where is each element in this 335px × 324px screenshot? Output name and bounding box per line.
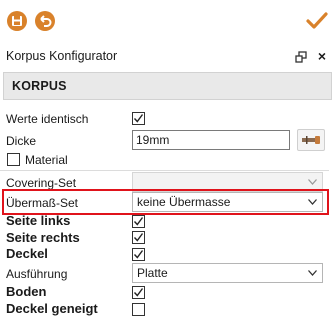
row-seite-links: Seite links — [0, 213, 335, 230]
seite-rechts-checkbox[interactable] — [132, 231, 145, 244]
toolbar — [0, 0, 335, 42]
section-label: KORPUS — [12, 79, 67, 93]
row-material: Material — [0, 151, 335, 169]
pick-thickness-icon — [302, 136, 320, 144]
undo-icon[interactable] — [34, 10, 56, 32]
deckel-geneigt-checkbox[interactable] — [132, 303, 145, 316]
covering-set-label: Covering-Set — [6, 176, 77, 190]
row-deckel: Deckel — [0, 246, 335, 263]
row-ausfuehrung: Ausführung Platte — [0, 263, 335, 285]
seite-links-label: Seite links — [6, 213, 71, 228]
row-boden: Boden — [0, 284, 335, 301]
dicke-label: Dicke — [6, 134, 37, 148]
ausfuehrung-select[interactable]: Platte — [132, 263, 323, 283]
ausfuehrung-value: Platte — [137, 266, 168, 280]
seite-links-checkbox[interactable] — [132, 215, 145, 228]
row-werte-identisch: Werte identisch — [0, 110, 335, 128]
deckel-checkbox[interactable] — [132, 248, 145, 261]
pick-thickness-button[interactable] — [297, 129, 325, 151]
row-seite-rechts: Seite rechts — [0, 230, 335, 247]
werte-identisch-label: Werte identisch — [6, 112, 89, 126]
chevron-down-icon — [308, 179, 317, 185]
highlight-box — [2, 189, 329, 215]
chevron-down-icon — [308, 270, 317, 276]
deckel-geneigt-label: Deckel geneigt — [6, 301, 98, 316]
boden-label: Boden — [6, 284, 47, 299]
checkmark-icon[interactable] — [305, 9, 329, 33]
dicke-input[interactable]: 19mm — [132, 130, 290, 150]
float-window-icon[interactable] — [295, 51, 307, 63]
close-button[interactable]: × — [318, 49, 326, 63]
boden-checkbox[interactable] — [132, 286, 145, 299]
section-header-korpus[interactable]: KORPUS — [3, 72, 332, 100]
werte-identisch-checkbox[interactable] — [132, 112, 145, 125]
row-deckel-geneigt: Deckel geneigt — [0, 301, 335, 319]
panel-header: Korpus Konfigurator × — [0, 42, 335, 70]
deckel-label: Deckel — [6, 246, 48, 261]
save-icon[interactable] — [6, 10, 28, 32]
material-label: Material — [25, 153, 68, 167]
seite-rechts-label: Seite rechts — [6, 230, 80, 245]
material-checkbox[interactable] — [7, 153, 20, 166]
panel-title: Korpus Konfigurator — [6, 49, 118, 63]
row-dicke: Dicke 19mm — [0, 128, 335, 152]
ausfuehrung-label: Ausführung — [6, 267, 68, 281]
